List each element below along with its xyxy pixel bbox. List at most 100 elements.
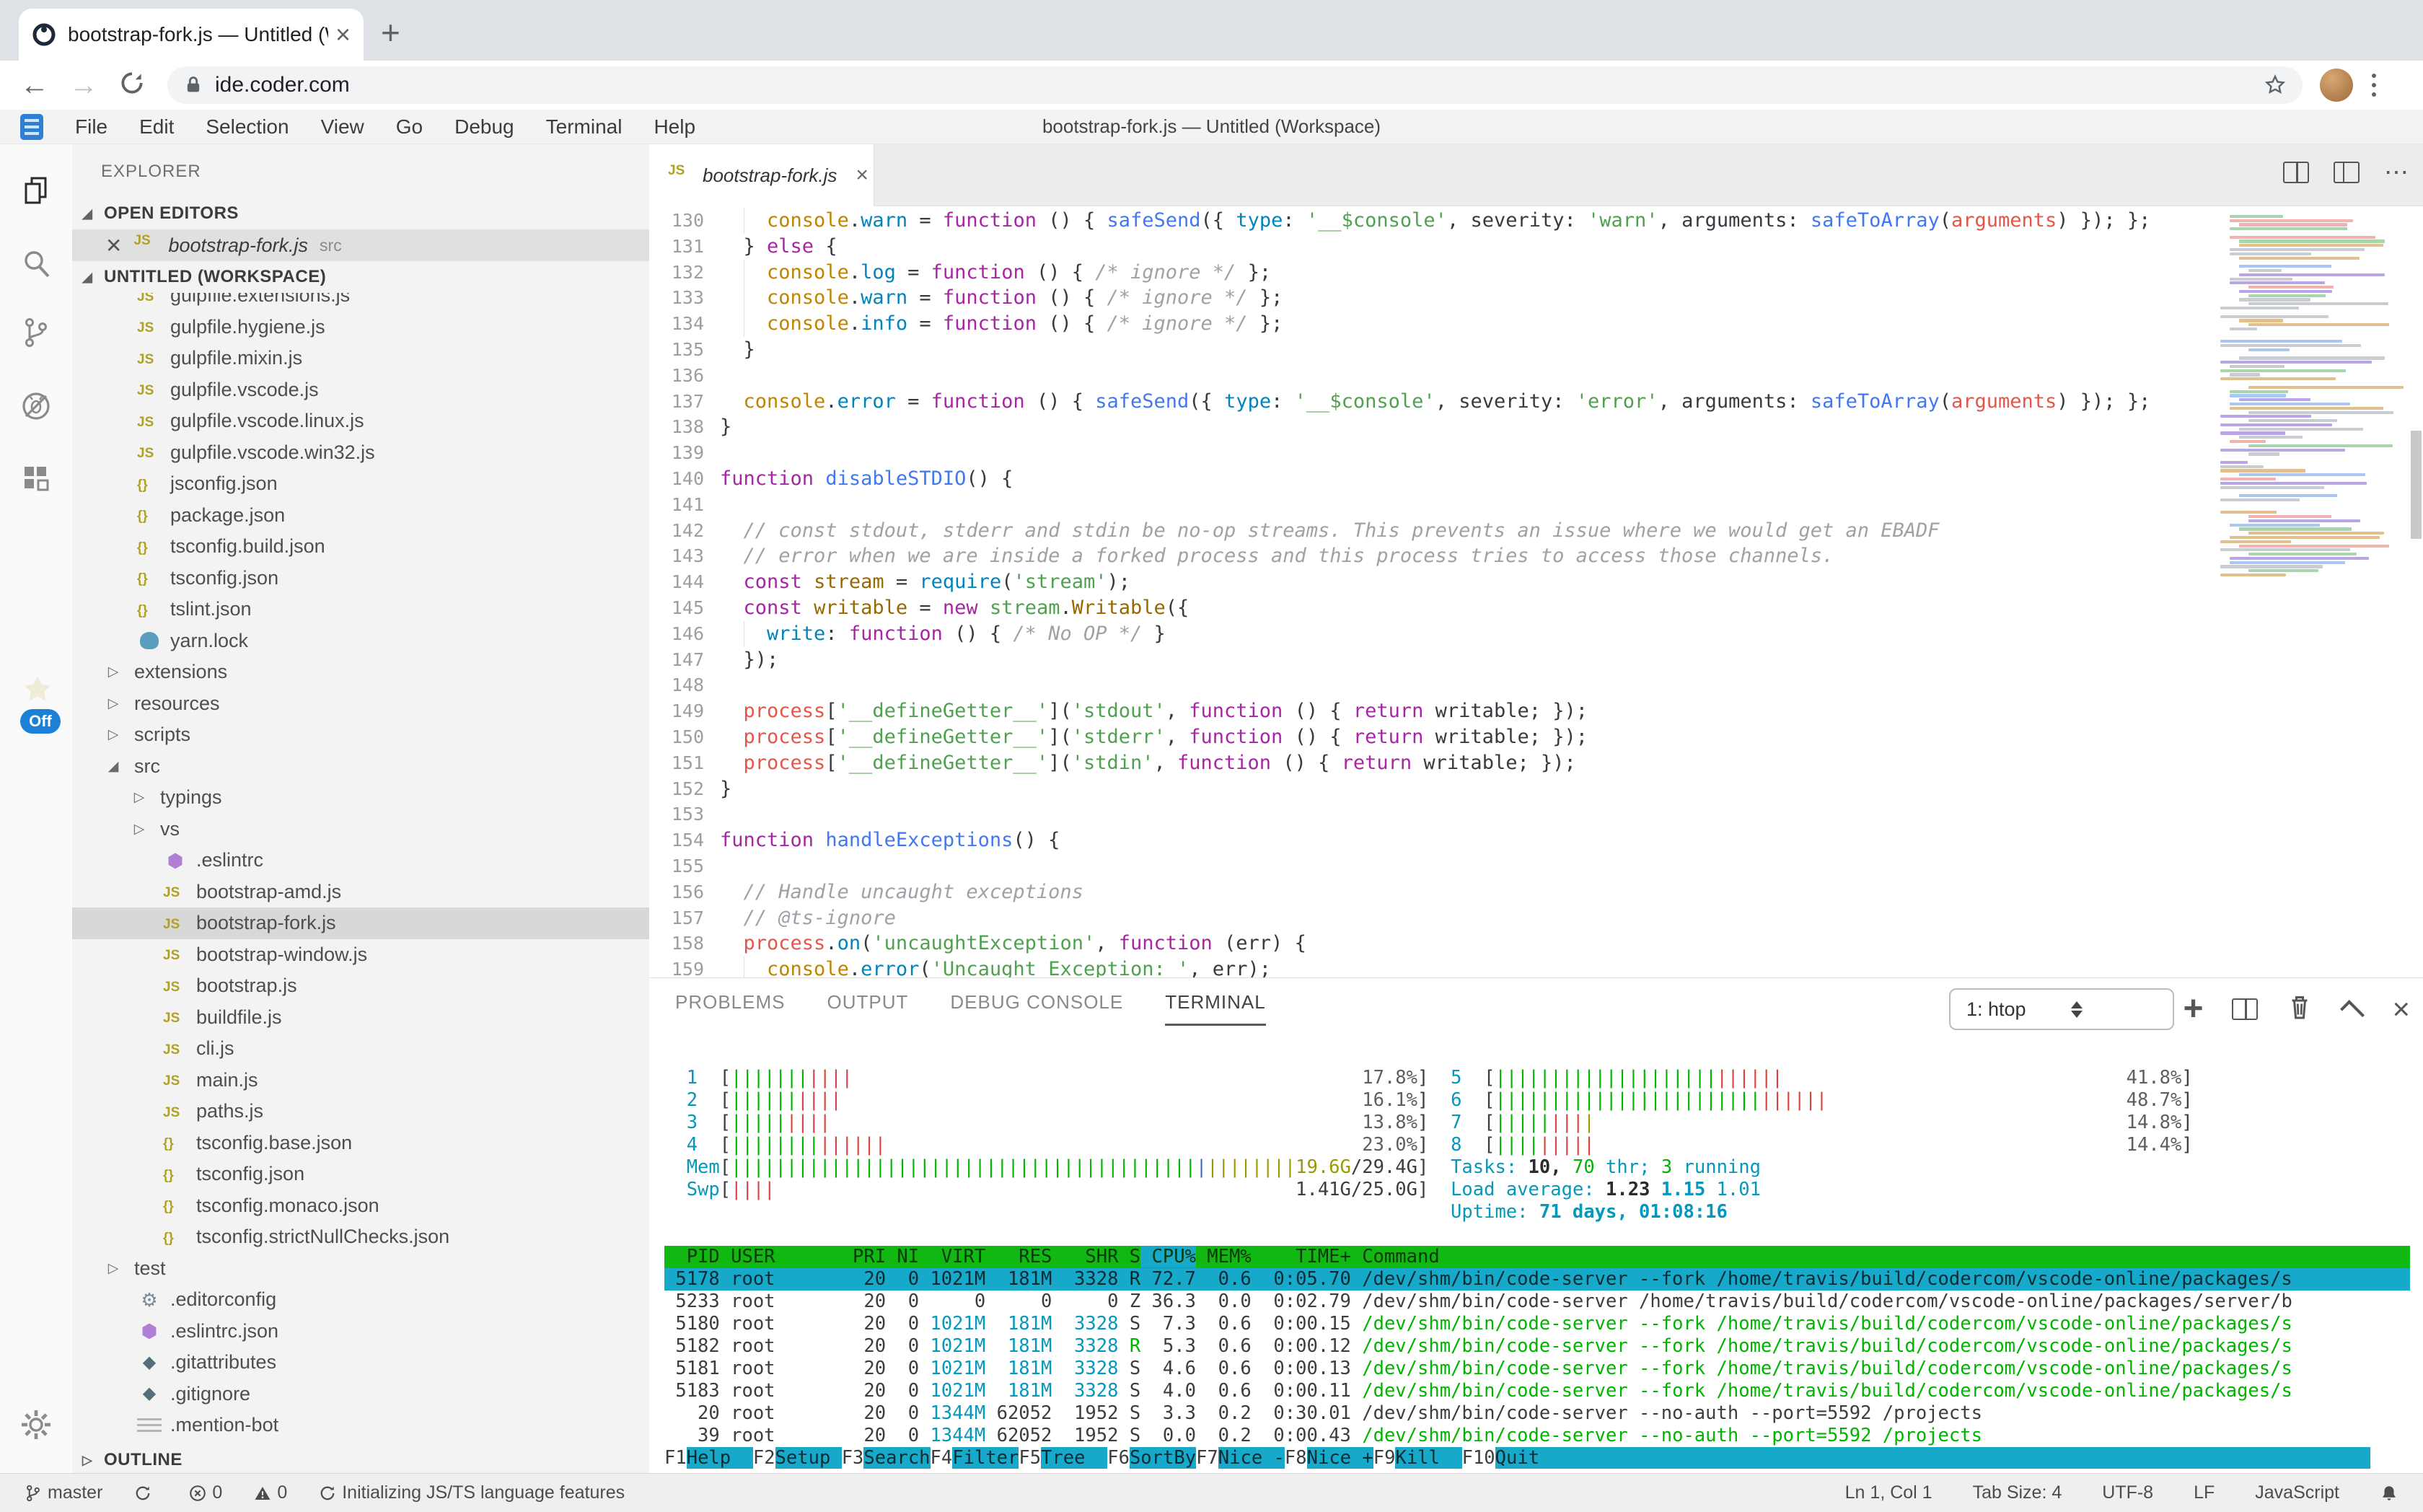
menu-item-file[interactable]: File	[75, 115, 107, 139]
folder-twisty-icon[interactable]: ▷	[101, 664, 126, 680]
editor-scrollbar[interactable]	[2411, 431, 2422, 539]
editor-tab[interactable]: JS bootstrap-fork.js ×	[649, 144, 874, 206]
back-icon[interactable]: ←	[20, 71, 49, 100]
status-item-master[interactable]: master	[25, 1482, 102, 1503]
menu-item-help[interactable]: Help	[654, 115, 695, 139]
tree-item[interactable]: ▷scripts	[72, 719, 649, 751]
tree-item[interactable]: ◢src	[72, 751, 649, 783]
folder-twisty-icon[interactable]: ▷	[101, 726, 126, 743]
status-item-0[interactable]: 0	[254, 1482, 287, 1503]
reload-icon[interactable]	[118, 69, 146, 102]
tree-item[interactable]: ▷typings	[72, 782, 649, 814]
tree-item[interactable]: JSmain.js	[72, 1065, 649, 1096]
folder-twisty-icon[interactable]: ▷	[127, 789, 151, 806]
tree-item[interactable]: ⬢.eslintrc	[72, 845, 649, 876]
workspace-header[interactable]: ◢ UNTITLED (WORKSPACE)	[72, 261, 649, 293]
search-icon[interactable]	[19, 247, 53, 280]
close-editor-icon[interactable]: ✕	[105, 234, 122, 258]
maximize-panel-icon[interactable]	[2340, 1000, 2365, 1024]
url-bar[interactable]: ide.coder.com	[167, 66, 2303, 104]
new-tab-button[interactable]: +	[381, 13, 400, 52]
tree-item[interactable]: JSbootstrap-window.js	[72, 939, 649, 971]
extensions-icon[interactable]	[19, 462, 53, 495]
status-item-utf-8[interactable]: UTF-8	[2102, 1482, 2153, 1503]
tree-item[interactable]: {}tsconfig.build.json	[72, 531, 649, 563]
tree-item[interactable]: ◆.gitignore	[72, 1379, 649, 1410]
tree-item[interactable]: JSbootstrap.js	[72, 970, 649, 1002]
tree-item[interactable]: ⚙.editorconfig	[72, 1284, 649, 1316]
terminal-output[interactable]: 1 [||||||||||| 17.8%] 5 [|||||||||||||||…	[664, 1067, 2410, 1469]
open-editor-item[interactable]: ✕ JS bootstrap-fork.js src	[72, 229, 649, 261]
tree-item[interactable]: yarn.lock	[72, 625, 649, 657]
forward-icon[interactable]: →	[69, 71, 98, 100]
folder-twisty-icon[interactable]: ▷	[101, 1260, 126, 1277]
tree-item[interactable]: {}jsconfig.json	[72, 468, 649, 500]
browser-tab[interactable]: bootstrap-fork.js — Untitled (W ×	[19, 9, 364, 61]
panel-tab-problems[interactable]: PROBLEMS	[675, 991, 786, 1026]
status-item-tab-size-4[interactable]: Tab Size: 4	[1973, 1482, 2062, 1503]
status-item-ln-1-col-1[interactable]: Ln 1, Col 1	[1845, 1482, 1932, 1503]
feedback-icon[interactable]	[22, 673, 53, 706]
tree-item[interactable]: JSbootstrap-amd.js	[72, 876, 649, 908]
tree-item[interactable]: ▷test	[72, 1253, 649, 1285]
tree-item[interactable]: ▷extensions	[72, 656, 649, 688]
tree-item[interactable]: {}tsconfig.monaco.json	[72, 1190, 649, 1222]
outline-header[interactable]: ▷ OUTLINE	[72, 1444, 649, 1473]
editor-tab-close-icon[interactable]: ×	[856, 163, 869, 188]
menu-item-go[interactable]: Go	[396, 115, 423, 139]
panel-tab-debug-console[interactable]: DEBUG CONSOLE	[950, 991, 1123, 1026]
explorer-icon[interactable]	[19, 175, 53, 208]
bookmark-star-icon[interactable]	[2264, 74, 2287, 97]
tree-item[interactable]: JSgulpfile.extensions.js	[72, 293, 649, 312]
menu-item-view[interactable]: View	[321, 115, 364, 139]
menu-item-terminal[interactable]: Terminal	[546, 115, 623, 139]
panel-tab-terminal[interactable]: TERMINAL	[1165, 991, 1265, 1026]
tree-item[interactable]: {}tsconfig.strictNullChecks.json	[72, 1221, 649, 1253]
tree-item[interactable]: JSgulpfile.mixin.js	[72, 343, 649, 374]
folder-twisty-icon[interactable]: ◢	[101, 758, 126, 775]
tab-close-icon[interactable]: ×	[335, 22, 351, 48]
tree-item[interactable]: {}package.json	[72, 500, 649, 532]
tree-item[interactable]: JSgulpfile.vscode.win32.js	[72, 437, 649, 469]
menu-item-edit[interactable]: Edit	[139, 115, 174, 139]
debug-icon[interactable]	[19, 390, 53, 423]
tree-item[interactable]: {}tslint.json	[72, 594, 649, 625]
close-panel-icon[interactable]: ×	[2392, 993, 2410, 1025]
tree-item[interactable]: {}tsconfig.base.json	[72, 1128, 649, 1159]
tree-item[interactable]: ▷resources	[72, 688, 649, 720]
tree-item[interactable]: {}tsconfig.json	[72, 1159, 649, 1190]
folder-twisty-icon[interactable]: ▷	[101, 695, 126, 712]
editor-layout-icon[interactable]	[2334, 162, 2360, 183]
offline-status-badge[interactable]: Off	[20, 709, 61, 734]
tree-item[interactable]: {}tsconfig.json	[72, 563, 649, 594]
kill-terminal-icon[interactable]	[2287, 993, 2313, 1025]
tree-item[interactable]: ⬢.eslintrc.json	[72, 1316, 649, 1348]
panel-tab-output[interactable]: OUTPUT	[827, 991, 909, 1026]
menu-item-selection[interactable]: Selection	[206, 115, 289, 139]
browser-profile-avatar[interactable]	[2320, 69, 2353, 102]
status-item-initializing-js-ts-language-features[interactable]: Initializing JS/TS language features	[319, 1482, 625, 1503]
status-item-0[interactable]: 0	[189, 1482, 222, 1503]
status-item-javascript[interactable]: JavaScript	[2255, 1482, 2339, 1503]
open-editors-header[interactable]: ◢ OPEN EDITORS	[72, 198, 649, 229]
minimap[interactable]	[2220, 211, 2408, 578]
source-control-icon[interactable]	[19, 316, 53, 349]
new-terminal-icon[interactable]: +	[2183, 993, 2203, 1025]
more-actions-icon[interactable]: ⋯	[2384, 165, 2409, 180]
tree-item[interactable]: JSgulpfile.hygiene.js	[72, 312, 649, 343]
code-editor[interactable]: 130 console.warn = function () { safeSen…	[649, 208, 2423, 977]
status-item-lf[interactable]: LF	[2194, 1482, 2215, 1503]
tree-item[interactable]: JScli.js	[72, 1033, 649, 1065]
tree-item[interactable]: JSbootstrap-fork.js	[72, 907, 649, 939]
tree-item[interactable]: ▷vs	[72, 814, 649, 845]
status-item-bell[interactable]	[2380, 1484, 2404, 1503]
browser-menu-icon[interactable]	[2372, 74, 2376, 97]
tree-item[interactable]: ◆.gitattributes	[72, 1347, 649, 1379]
terminal-select[interactable]: 1: htop	[1949, 988, 2174, 1030]
settings-gear-icon[interactable]	[19, 1408, 53, 1441]
tree-item[interactable]: JSbuildfile.js	[72, 1002, 649, 1034]
status-item-sync[interactable]	[134, 1485, 157, 1502]
tree-item[interactable]: JSgulpfile.vscode.linux.js	[72, 405, 649, 437]
split-editor-icon[interactable]	[2283, 162, 2309, 183]
tree-item[interactable]: JSgulpfile.vscode.js	[72, 374, 649, 406]
